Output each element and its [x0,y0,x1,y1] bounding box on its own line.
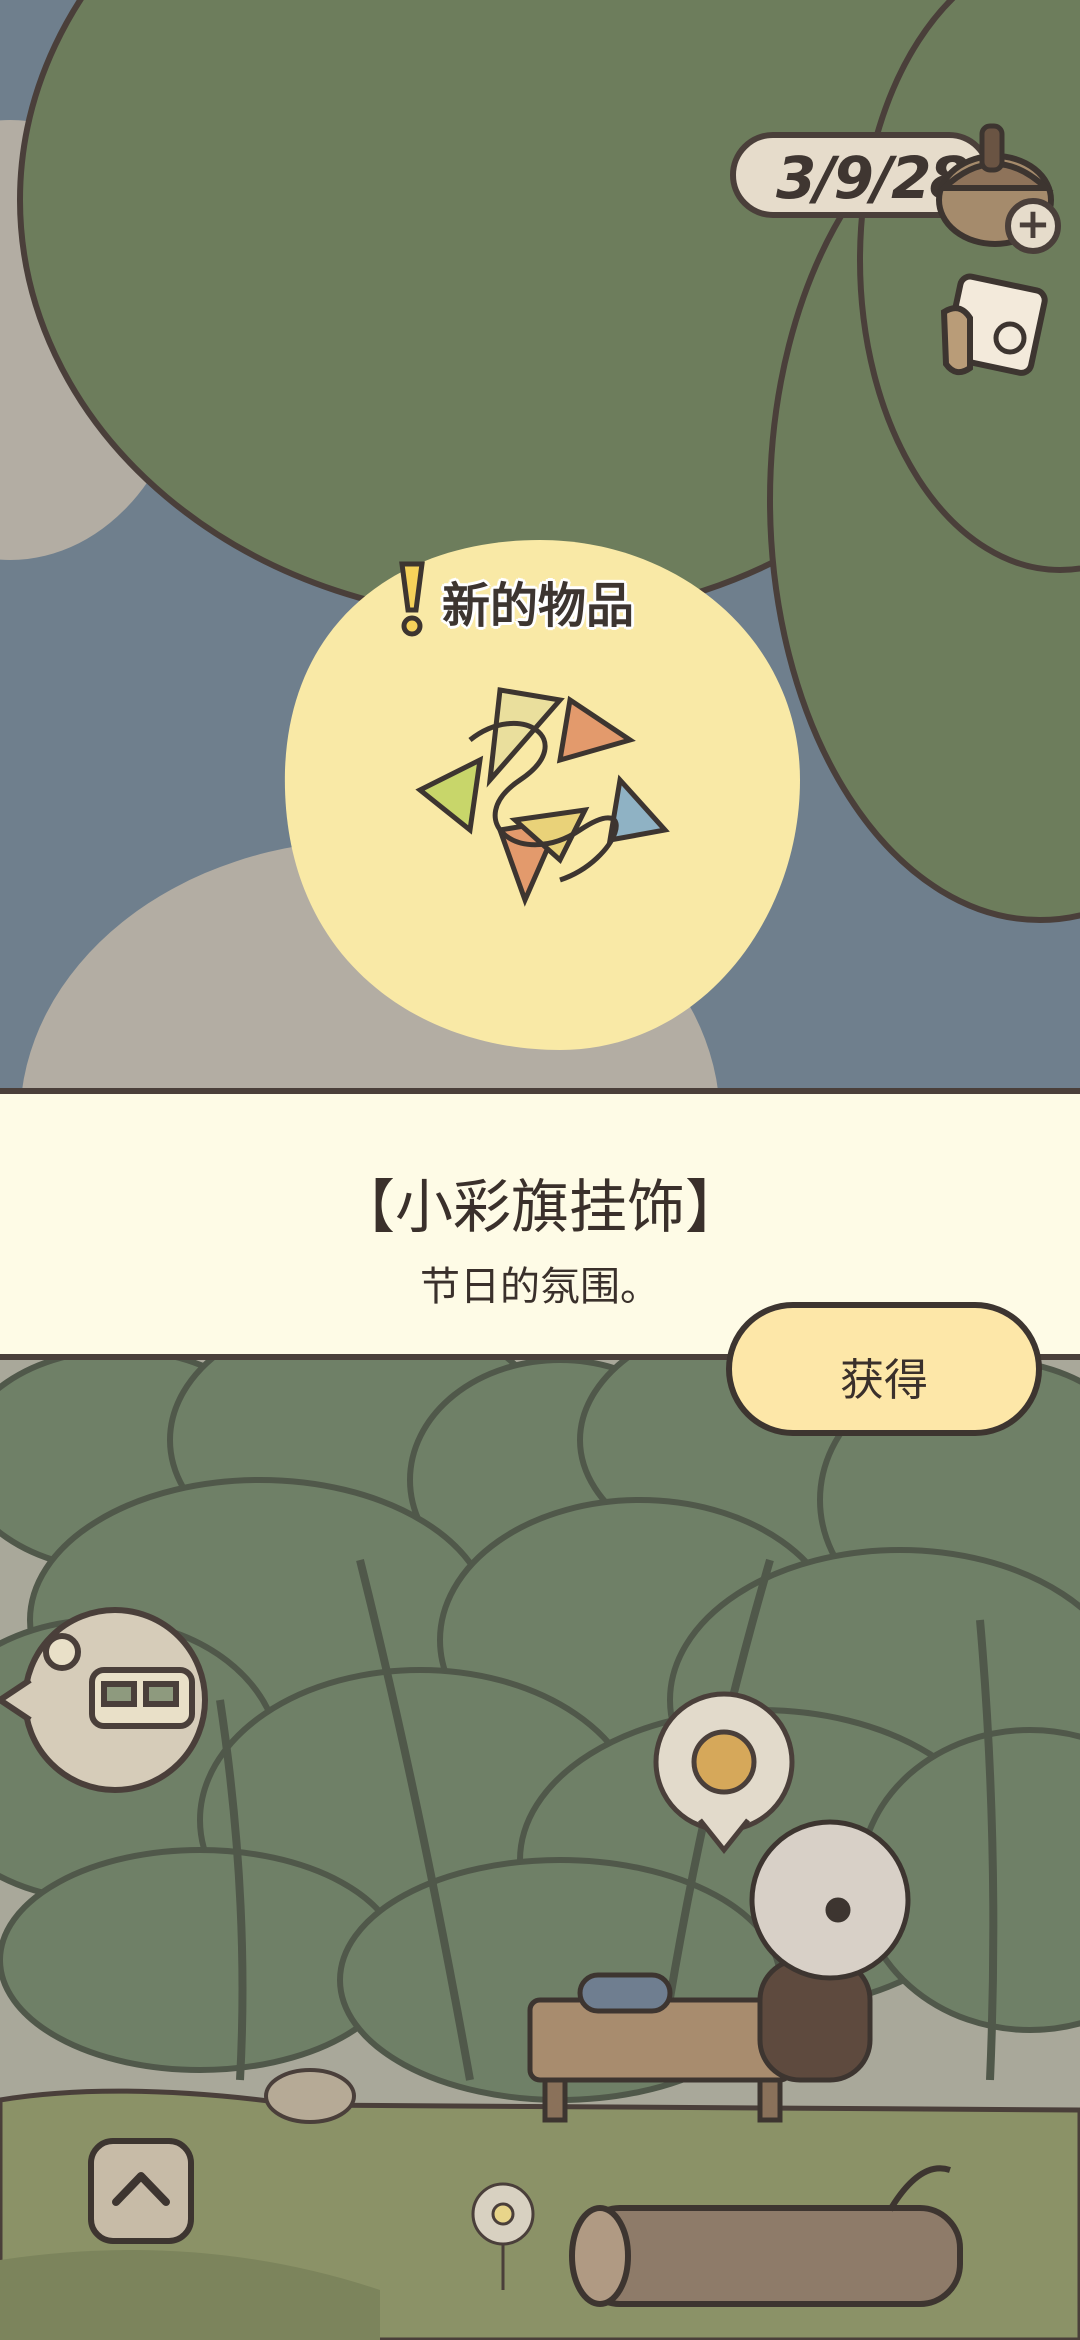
chevron-up-icon[interactable] [86,2136,196,2246]
get-button[interactable]: 获得 [726,1302,1042,1436]
get-button-label: 获得 [840,1355,928,1406]
add-clover-button[interactable]: + [1005,198,1061,254]
item-name: 【小彩旗挂饰】 [336,1173,743,1241]
exclamation-icon [399,561,425,637]
plus-icon: + [1015,199,1051,248]
new-item-title: 新的物品 [442,578,635,634]
mail-icon[interactable] [930,268,1054,392]
